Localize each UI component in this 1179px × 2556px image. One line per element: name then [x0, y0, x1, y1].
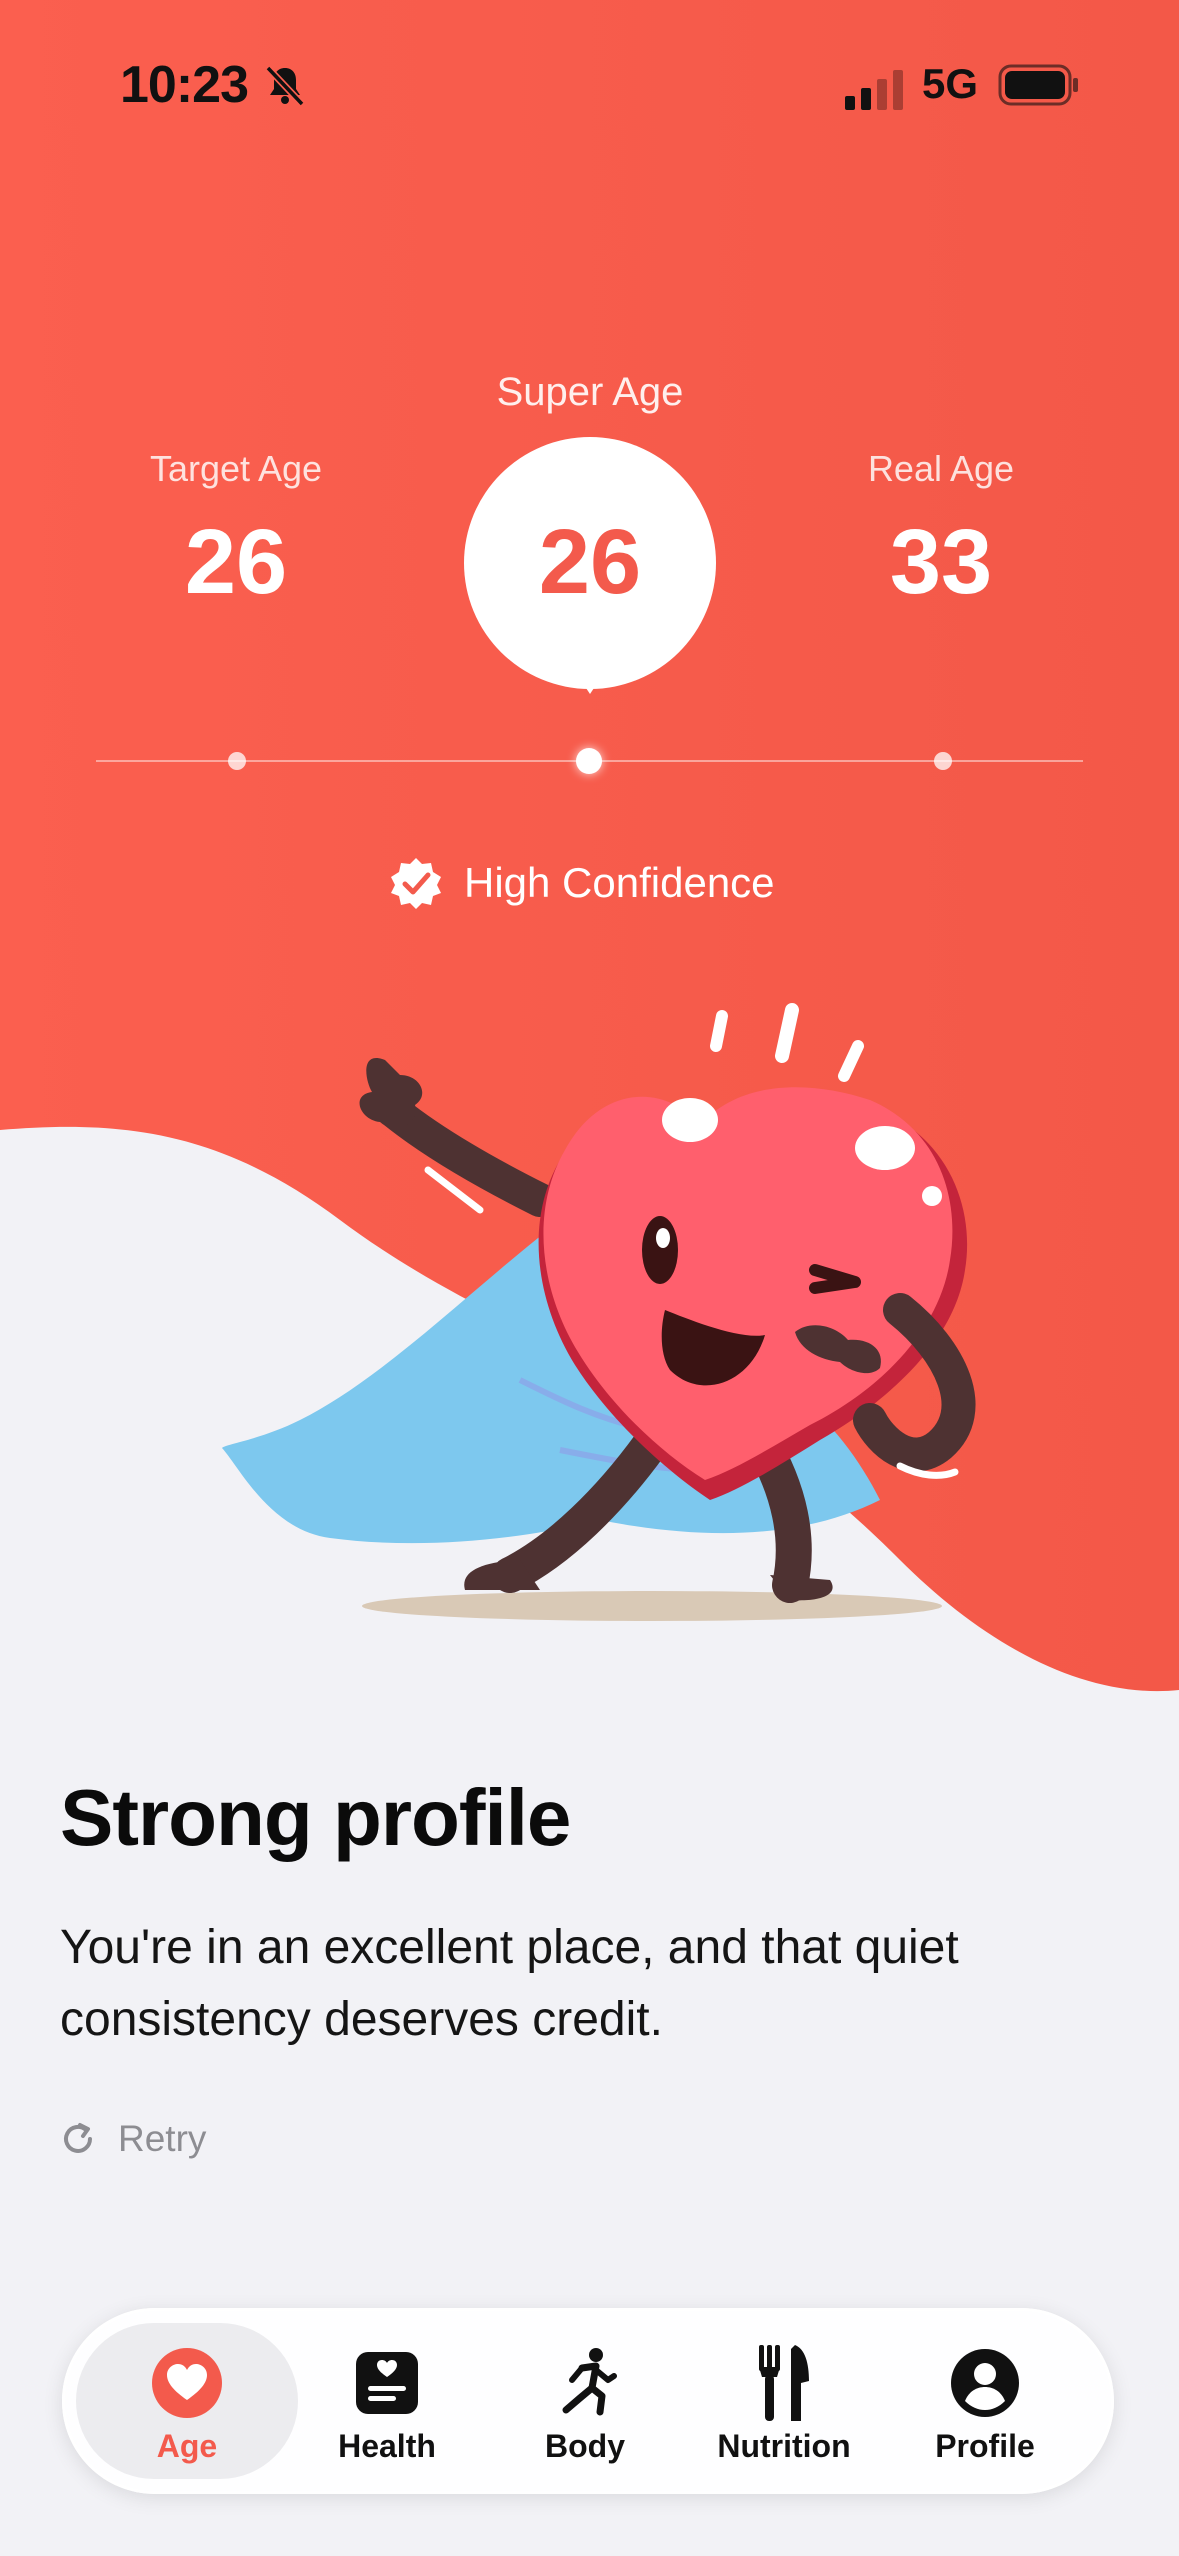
health-record-icon [356, 2352, 418, 2414]
tab-age[interactable]: Age [87, 2308, 287, 2494]
tab-label-body: Body [545, 2428, 625, 2464]
result-description: You're in an excellent place, and that q… [60, 1921, 959, 2046]
tab-nutrition[interactable]: Nutrition [684, 2308, 884, 2494]
person-circle-icon [951, 2349, 1019, 2417]
age-screen: 10:23 5G Target Age 26 Super Age 26 Real… [0, 0, 1179, 2556]
retry-button[interactable]: Retry [58, 2118, 206, 2160]
tab-bar: Age Health Body Nutrition Profile [62, 2308, 1114, 2494]
retry-label: Retry [118, 2118, 207, 2159]
running-figure-icon [562, 2348, 617, 2416]
tab-label-profile: Profile [935, 2428, 1035, 2464]
fork-knife-icon [759, 2345, 809, 2421]
retry-icon [64, 2123, 92, 2153]
tab-label-health: Health [338, 2428, 436, 2464]
heart-superhero-illustration [222, 1003, 976, 1621]
heart-icon [152, 2348, 222, 2418]
tab-label-nutrition: Nutrition [717, 2428, 851, 2464]
tab-label-age: Age [156, 2428, 218, 2464]
result-title: Strong profile [60, 1773, 571, 1862]
tab-health[interactable]: Health [287, 2308, 487, 2494]
tab-body[interactable]: Body [485, 2308, 685, 2494]
tab-profile[interactable]: Profile [885, 2308, 1085, 2494]
